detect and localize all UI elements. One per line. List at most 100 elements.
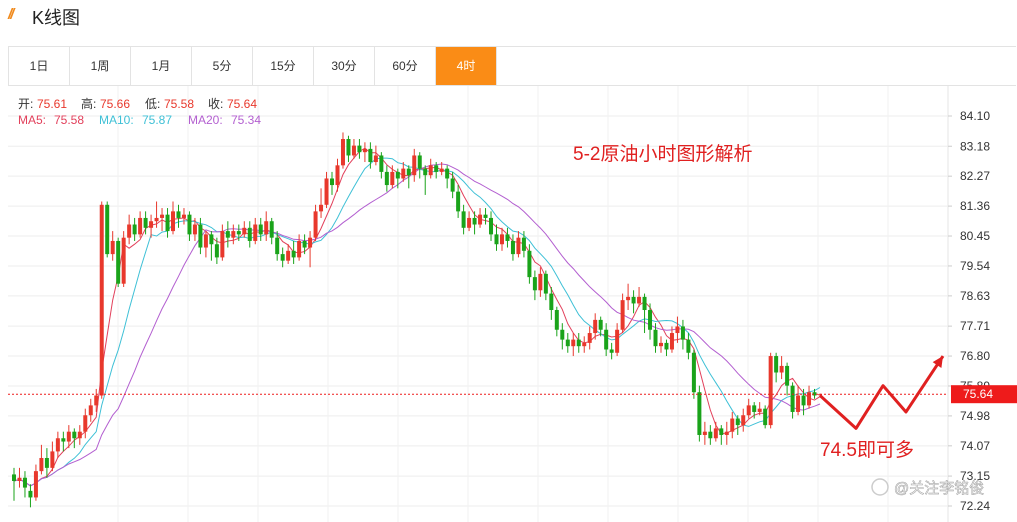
candle-body	[620, 300, 625, 330]
candle-body	[532, 277, 537, 291]
watermark-text: @关注李铭俊	[894, 480, 984, 497]
candle-body	[253, 224, 258, 241]
candle-body	[708, 431, 713, 439]
candle-body	[264, 221, 269, 235]
stat-ma10: 75.87	[142, 113, 172, 127]
tab-4h[interactable]: 4时	[436, 47, 497, 85]
candle-body	[66, 431, 71, 442]
candle-body	[626, 296, 631, 301]
candle-body	[724, 431, 729, 435]
candle-body	[527, 250, 532, 278]
candle-body	[324, 178, 329, 205]
stat-low: 75.58	[164, 97, 194, 111]
candle-body	[428, 165, 433, 176]
y-tick-label: 79.54	[960, 259, 990, 273]
annotation-text: 74.5即可多	[820, 439, 914, 461]
candle-body	[467, 217, 472, 228]
candle-body	[774, 356, 779, 373]
candle-body	[242, 227, 247, 235]
candle-body	[269, 221, 274, 238]
candle-body	[801, 395, 806, 406]
candle-body	[127, 224, 132, 238]
candle-body	[319, 204, 324, 212]
candle-body	[12, 474, 16, 482]
tab-1w[interactable]: 1周	[70, 47, 131, 85]
candle-body	[461, 211, 466, 228]
candle-body	[308, 237, 313, 248]
candle-body	[116, 240, 121, 284]
candle-body	[604, 329, 609, 350]
candle-body	[362, 148, 367, 153]
candle-body	[691, 352, 696, 393]
stat-low-label: 低:	[145, 97, 160, 111]
tab-1m[interactable]: 1月	[131, 47, 192, 85]
candle-body	[560, 329, 565, 340]
candle-body	[746, 405, 751, 416]
price-tag-value: 75.64	[963, 387, 993, 401]
y-tick-label: 76.80	[960, 349, 990, 363]
candle-body	[489, 217, 494, 235]
watermark-logo-icon	[871, 478, 889, 496]
candle-body	[83, 415, 88, 432]
candle-body	[143, 217, 148, 228]
candle-body	[39, 457, 44, 472]
candle-body	[445, 168, 450, 179]
y-tick-label: 77.71	[960, 319, 990, 333]
candle-body	[275, 237, 280, 255]
candle-body	[297, 240, 302, 258]
title-mark-icon: //	[8, 6, 15, 23]
candle-body	[198, 224, 203, 248]
candle-body	[165, 214, 170, 232]
candlestick-series	[12, 132, 822, 508]
candle-body	[412, 155, 417, 176]
candle-body	[423, 168, 428, 176]
candle-body	[187, 214, 192, 235]
candle-body	[505, 234, 510, 241]
candle-body	[752, 405, 757, 412]
candle-body	[346, 139, 351, 156]
candle-body	[384, 171, 389, 186]
stat-open: 75.61	[37, 97, 67, 111]
tab-15min[interactable]: 15分	[253, 47, 314, 85]
candle-body	[697, 392, 702, 435]
candle-body	[231, 231, 236, 238]
candle-body	[406, 168, 411, 176]
candle-body	[55, 438, 60, 452]
candle-body	[785, 365, 790, 386]
y-tick-label: 72.24	[960, 499, 990, 513]
candle-body	[209, 234, 214, 245]
candle-body	[340, 139, 345, 166]
header: // K线图	[0, 0, 1017, 38]
candle-body	[669, 333, 674, 350]
candle-body	[379, 155, 384, 172]
tab-1d[interactable]: 1日	[9, 47, 70, 85]
candle-body	[549, 293, 554, 311]
candle-body	[291, 250, 296, 258]
candle-body	[390, 171, 395, 186]
candle-body	[499, 234, 504, 245]
candle-body	[494, 234, 499, 245]
tab-30min[interactable]: 30分	[314, 47, 375, 85]
y-tick-label: 84.10	[960, 109, 990, 123]
candle-body	[22, 477, 27, 488]
candle-body	[450, 178, 455, 192]
candle-body	[417, 155, 422, 169]
stat-open-label: 开:	[18, 97, 33, 111]
tab-5min[interactable]: 5分	[192, 47, 253, 85]
candle-body	[220, 231, 225, 258]
candle-body	[510, 240, 515, 255]
candle-body	[763, 408, 768, 426]
candle-body	[225, 231, 230, 238]
candle-body	[456, 191, 461, 212]
stat-close-label: 收:	[208, 97, 223, 111]
candle-body	[719, 428, 724, 435]
candle-body	[33, 471, 38, 498]
candle-body	[680, 326, 685, 340]
tab-60min[interactable]: 60分	[375, 47, 436, 85]
candle-body	[94, 395, 99, 406]
candle-body	[582, 342, 587, 347]
candle-body	[88, 405, 93, 416]
page-title: K线图	[32, 8, 81, 28]
current-price-tag: 75.64	[951, 385, 1017, 404]
candle-body	[138, 217, 143, 235]
